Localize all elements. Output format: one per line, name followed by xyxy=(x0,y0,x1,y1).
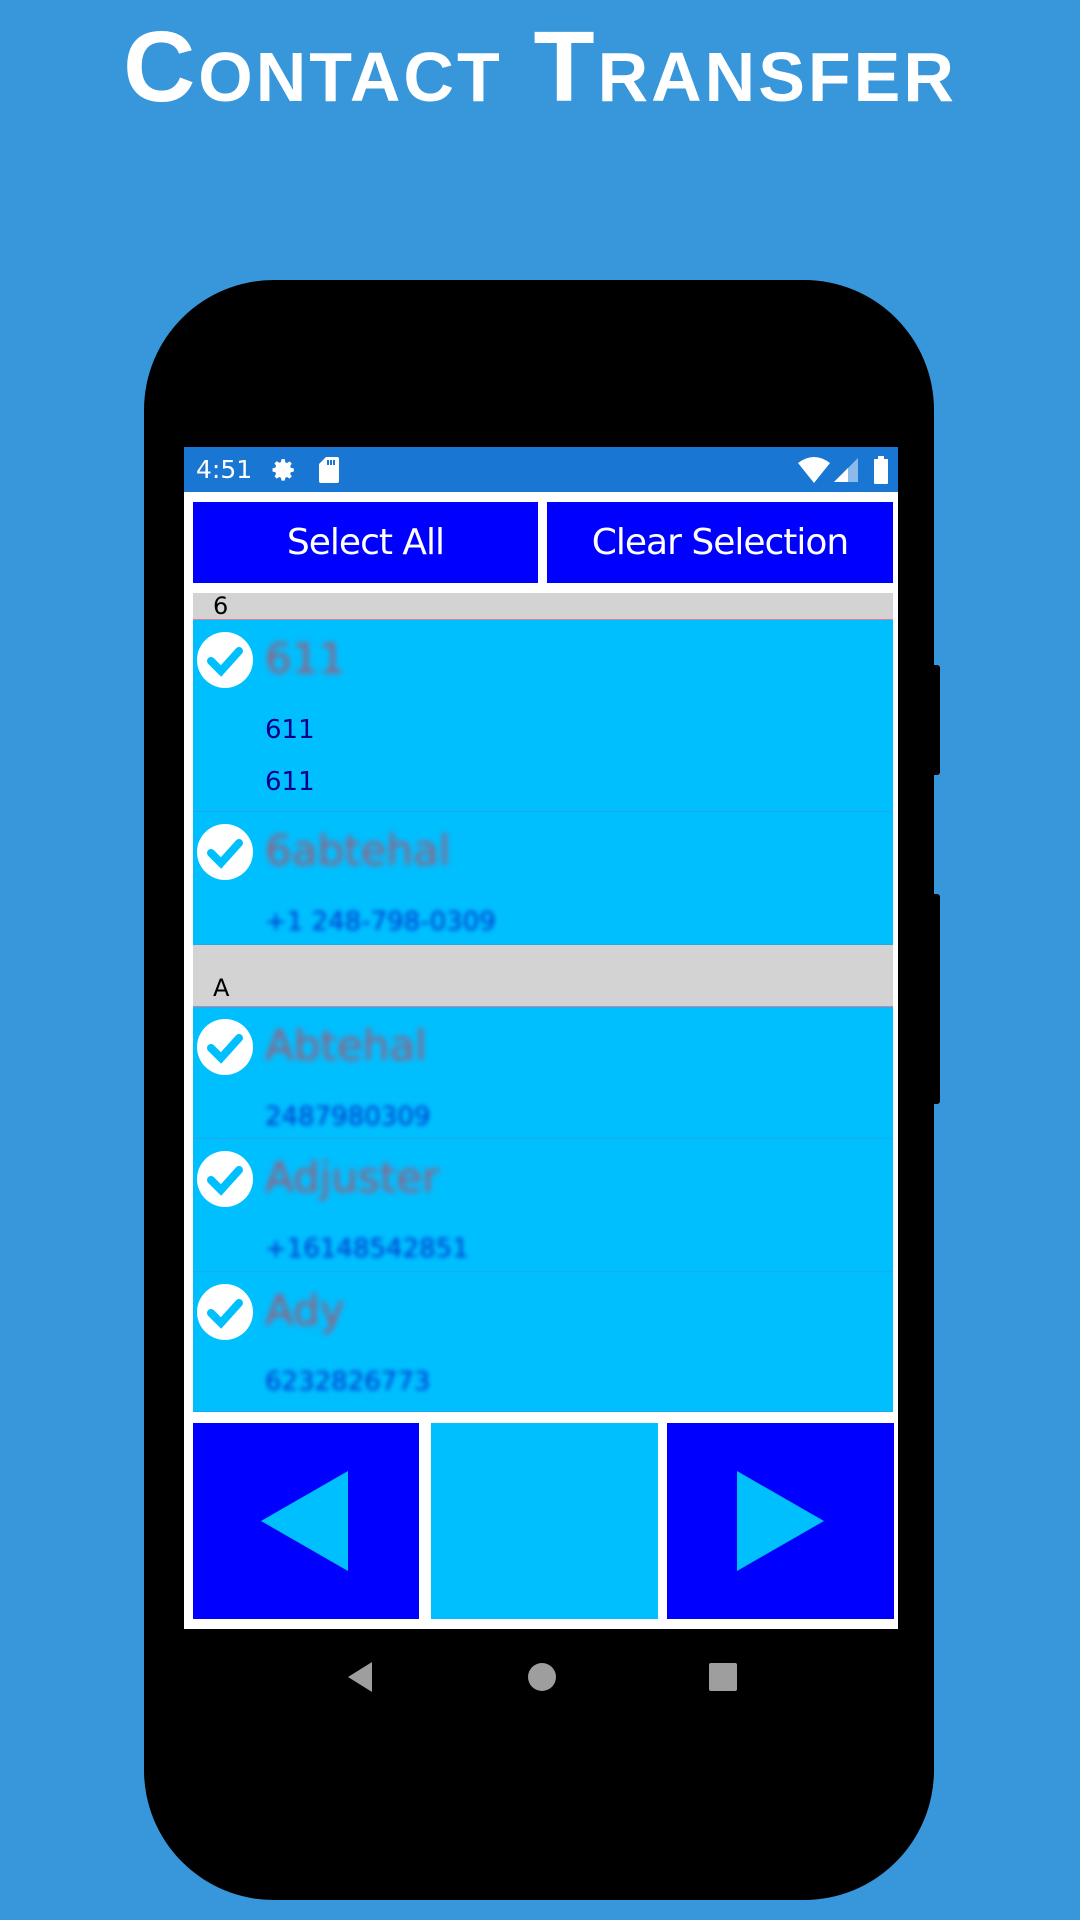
contact-row[interactable]: Abtehal 2487980309 xyxy=(193,1007,893,1139)
contact-row[interactable]: Ady 6232826773 xyxy=(193,1272,893,1412)
previous-arrow-icon xyxy=(261,1471,348,1571)
contact-number: 611 xyxy=(265,767,315,797)
wifi-icon xyxy=(798,457,830,483)
checked-icon[interactable] xyxy=(197,1284,253,1340)
contact-name: Abtehal xyxy=(265,1021,427,1070)
sd-card-icon xyxy=(319,457,339,483)
contact-name: 611 xyxy=(265,634,346,683)
contact-name: Ady xyxy=(265,1286,345,1335)
battery-icon xyxy=(874,456,888,484)
status-bar: 4:51 xyxy=(184,447,898,492)
contact-number: +1 248-798-0309 xyxy=(265,907,496,937)
contact-row[interactable]: 611 611 611 xyxy=(193,620,893,812)
contact-row[interactable]: Adjuster +16148542851 xyxy=(193,1139,893,1272)
contact-number: 2487980309 xyxy=(265,1102,431,1132)
power-button xyxy=(930,894,940,1104)
checked-icon[interactable] xyxy=(197,1151,253,1207)
gear-icon xyxy=(272,459,294,481)
volume-button xyxy=(930,665,940,775)
previous-page-button[interactable] xyxy=(193,1423,419,1619)
clear-selection-button[interactable]: Clear Selection xyxy=(547,502,893,583)
next-page-button[interactable] xyxy=(667,1423,894,1619)
checked-icon[interactable] xyxy=(197,632,253,688)
next-arrow-icon xyxy=(737,1471,824,1571)
contact-name: 6abtehal xyxy=(265,826,451,875)
checked-icon[interactable] xyxy=(197,824,253,880)
recents-icon[interactable] xyxy=(707,1661,739,1693)
banner-title: Contact Transfer xyxy=(123,11,957,123)
contact-row[interactable]: 6abtehal +1 248-798-0309 xyxy=(193,812,893,945)
contact-number: 6232826773 xyxy=(265,1367,431,1397)
status-time: 4:51 xyxy=(196,455,253,484)
page-indicator xyxy=(431,1423,658,1619)
checked-icon[interactable] xyxy=(197,1019,253,1075)
back-icon[interactable] xyxy=(344,1660,378,1694)
section-header: A xyxy=(193,945,893,1007)
contact-number: 611 xyxy=(265,715,315,745)
signal-icon xyxy=(834,458,858,482)
select-all-button[interactable]: Select All xyxy=(193,502,538,583)
system-nav-bar xyxy=(184,1640,898,1715)
home-icon[interactable] xyxy=(526,1661,558,1693)
app-screen: 4:51 Select All Clear Selection 6 611 61… xyxy=(184,447,898,1629)
section-header: 6 xyxy=(193,593,893,620)
contact-name: Adjuster xyxy=(265,1153,440,1202)
contact-number: +16148542851 xyxy=(265,1234,469,1264)
